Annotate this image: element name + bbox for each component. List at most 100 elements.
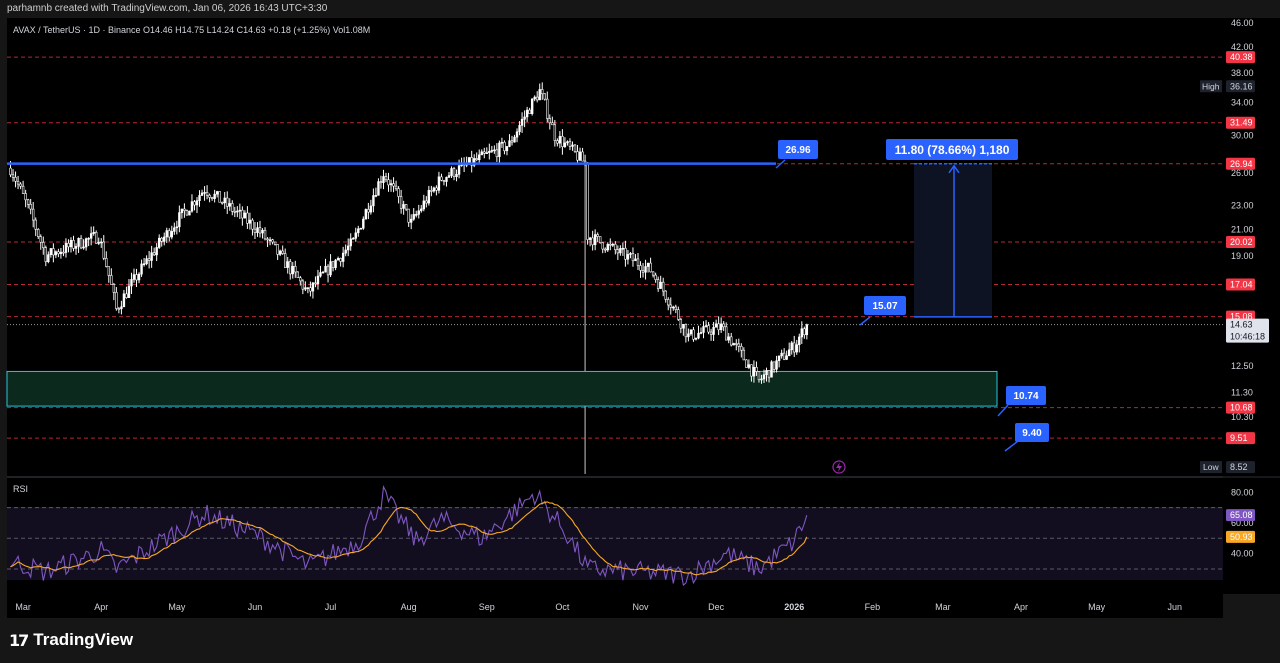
candle-body-39 — [107, 266, 111, 276]
price-tick-7: 21.00 — [1231, 224, 1254, 234]
candle-body-164 — [422, 200, 425, 210]
candle-body-262 — [669, 304, 672, 308]
candle-body-75 — [198, 195, 201, 201]
candle-body-102 — [266, 238, 269, 241]
candle-body-291 — [742, 349, 746, 361]
candle-body-20 — [59, 251, 63, 255]
candle-body-13 — [42, 241, 45, 249]
candle-body-25 — [72, 240, 75, 249]
candle-body-118 — [306, 287, 310, 289]
candle-body-285 — [727, 336, 730, 341]
candle-body-29 — [82, 246, 85, 249]
candle-body-5 — [21, 185, 25, 194]
candle-body-51 — [137, 273, 141, 281]
time-tick-4: Jul — [325, 602, 337, 612]
candle-body-233 — [596, 234, 599, 237]
candle-body-123 — [319, 272, 322, 277]
candle-body-125 — [324, 265, 327, 273]
candle-body-44 — [120, 306, 123, 310]
target-measure — [914, 163, 992, 318]
candle-body-21 — [62, 251, 65, 254]
candle-body-252 — [644, 266, 647, 273]
time-axis-background — [7, 594, 1223, 618]
candle-body-277 — [707, 325, 710, 333]
candle-body-109 — [283, 253, 287, 268]
candle-body-139 — [359, 227, 362, 230]
candle-body-220 — [563, 142, 567, 147]
price-tick-3: 34.00 — [1231, 97, 1254, 107]
candle-body-295 — [752, 366, 756, 377]
candle-body-307 — [782, 352, 786, 360]
candle-body-32 — [89, 233, 93, 239]
candle-body-141 — [364, 209, 368, 220]
candle-body-187 — [480, 151, 483, 156]
candle-body-145 — [374, 195, 378, 197]
candle-body-216 — [553, 124, 557, 141]
candle-body-208 — [533, 96, 536, 100]
candle-body-41 — [112, 284, 116, 293]
candle-body-83 — [218, 191, 221, 203]
candle-body-26 — [74, 246, 78, 249]
time-tick-5: Aug — [401, 602, 417, 612]
candle-body-151 — [389, 183, 393, 186]
candle-body-24 — [69, 240, 73, 248]
candle-body-31 — [87, 237, 90, 240]
candle-body-143 — [369, 205, 373, 213]
price-tick-8: 19.00 — [1231, 251, 1254, 261]
level-tag-0-text: 40.38 — [1230, 52, 1253, 62]
candle-body-193 — [495, 149, 499, 158]
candle-body-137 — [354, 232, 357, 239]
price-tick-12: 11.30 — [1231, 388, 1253, 398]
candle-body-190 — [488, 150, 491, 153]
tradingview-logo[interactable]: 17 TradingView — [9, 630, 133, 650]
candle-body-230 — [588, 237, 592, 240]
candle-body-74 — [195, 200, 199, 206]
candle-body-36 — [100, 241, 103, 244]
candle-body-45 — [122, 293, 126, 308]
candle-body-260 — [664, 290, 667, 300]
candle-body-134 — [346, 245, 350, 251]
time-tick-8: Nov — [633, 602, 650, 612]
candle-body-43 — [117, 308, 121, 310]
candle-body-37 — [102, 241, 105, 259]
candle-body-46 — [125, 293, 128, 299]
candle-body-138 — [357, 228, 360, 234]
candle-body-87 — [228, 203, 231, 207]
candle-body-35 — [97, 242, 100, 244]
candle-body-77 — [203, 192, 206, 194]
candle-body-242 — [619, 248, 622, 254]
candle-body-110 — [286, 261, 289, 268]
candle-body-232 — [593, 234, 597, 246]
candle-body-200 — [513, 136, 516, 143]
candle-body-23 — [67, 242, 70, 248]
candle-body-58 — [155, 247, 158, 256]
candle-body-227 — [581, 151, 584, 162]
candle-body-63 — [168, 230, 171, 238]
candle-body-111 — [289, 261, 292, 275]
candle-body-293 — [747, 364, 751, 368]
candle-body-48 — [130, 279, 133, 287]
price-tick-6: 23.00 — [1231, 200, 1254, 210]
candle-body-126 — [326, 265, 330, 276]
candle-body-61 — [163, 236, 166, 242]
candle-body-268 — [684, 324, 688, 338]
time-tick-9: Dec — [708, 602, 725, 612]
candle-body-241 — [616, 249, 620, 254]
candle-body-171 — [440, 176, 443, 181]
candle-body-153 — [394, 185, 398, 189]
candle-body-128 — [331, 261, 335, 268]
candle-body-122 — [316, 275, 320, 285]
candle-body-99 — [258, 227, 262, 234]
candle-body-47 — [127, 285, 131, 299]
candle-body-57 — [152, 252, 156, 256]
candle-body-272 — [694, 337, 698, 340]
chart-canvas[interactable]: 26.96 11.80 (78.66%) 1,18015.0710.749.40 … — [0, 0, 1280, 618]
candle-body-210 — [538, 89, 541, 101]
candle-body-40 — [110, 275, 113, 285]
candle-body-130 — [336, 258, 340, 261]
candle-body-4 — [19, 183, 22, 187]
candle-body-246 — [629, 253, 632, 255]
footer — [0, 618, 1280, 663]
candle-body-218 — [558, 136, 562, 144]
demand-zone — [6, 370, 998, 407]
